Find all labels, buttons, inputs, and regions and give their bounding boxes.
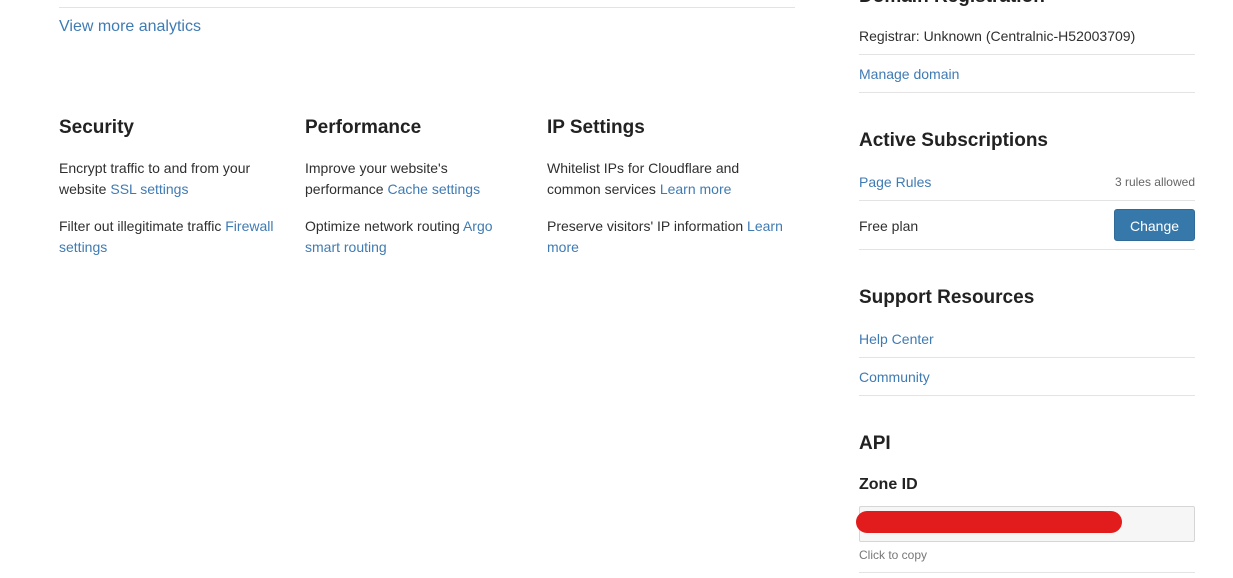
zone-id-field[interactable] — [856, 506, 1195, 542]
manage-domain-link[interactable]: Manage domain — [859, 66, 959, 82]
cache-settings-link[interactable]: Cache settings — [387, 181, 480, 197]
click-to-copy-hint: Click to copy — [859, 548, 928, 562]
change-plan-button[interactable]: Change — [1114, 209, 1195, 241]
security-item-firewall-text: Filter out illegitimate traffic — [59, 218, 226, 234]
community-row: Community — [859, 367, 1195, 396]
registrar-row: Registrar: Unknown (Centralnic-H52003709… — [859, 26, 1195, 55]
page-rules-row: Page Rules 3 rules allowed — [859, 172, 1195, 201]
security-item-ssl: Encrypt traffic to and from your website… — [59, 158, 279, 200]
overview-page: View more analytics Security Encrypt tra… — [0, 0, 1233, 578]
plan-label: Free plan — [859, 218, 919, 234]
active-subscriptions-title: Active Subscriptions — [859, 130, 1048, 151]
ip-settings-title: IP Settings — [547, 117, 645, 138]
security-item-firewall: Filter out illegitimate traffic Firewall… — [59, 216, 279, 258]
rules-allowed-count: 3 rules allowed — [1114, 175, 1195, 189]
plan-row: Free plan Change — [859, 206, 1195, 250]
divider — [859, 572, 1195, 573]
performance-item-argo: Optimize network routing Argo smart rout… — [305, 216, 525, 258]
support-resources-title: Support Resources — [859, 287, 1035, 308]
whitelist-learn-more-link[interactable]: Learn more — [660, 181, 732, 197]
performance-title: Performance — [305, 117, 422, 138]
redaction-mark — [856, 511, 1122, 533]
performance-item-argo-text: Optimize network routing — [305, 218, 463, 234]
performance-section: Performance Improve your website's perfo… — [305, 116, 525, 274]
ssl-settings-link[interactable]: SSL settings — [110, 181, 188, 197]
registrar-text: Registrar: Unknown (Centralnic-H52003709… — [859, 28, 1136, 44]
ip-settings-item-preserve-text: Preserve visitors' IP information — [547, 218, 748, 234]
community-link[interactable]: Community — [859, 369, 930, 385]
help-center-link[interactable]: Help Center — [859, 331, 934, 347]
view-more-analytics-link[interactable]: View more analytics — [59, 18, 201, 36]
divider — [59, 7, 795, 8]
manage-domain-row: Manage domain — [859, 64, 1195, 93]
security-section: Security Encrypt traffic to and from you… — [59, 116, 279, 274]
ip-settings-item-preserve: Preserve visitors' IP information Learn … — [547, 216, 795, 258]
ip-settings-section: IP Settings Whitelist IPs for Cloudflare… — [547, 116, 795, 274]
page-rules-link[interactable]: Page Rules — [859, 174, 931, 190]
domain-registration-title: Domain Registration — [859, 0, 1045, 8]
performance-item-cache: Improve your website's performance Cache… — [305, 158, 525, 200]
help-center-row: Help Center — [859, 329, 1195, 358]
ip-settings-item-whitelist: Whitelist IPs for Cloudflare and common … — [547, 158, 795, 200]
security-title: Security — [59, 117, 134, 138]
zone-id-label: Zone ID — [859, 476, 918, 493]
api-title: API — [859, 433, 891, 454]
